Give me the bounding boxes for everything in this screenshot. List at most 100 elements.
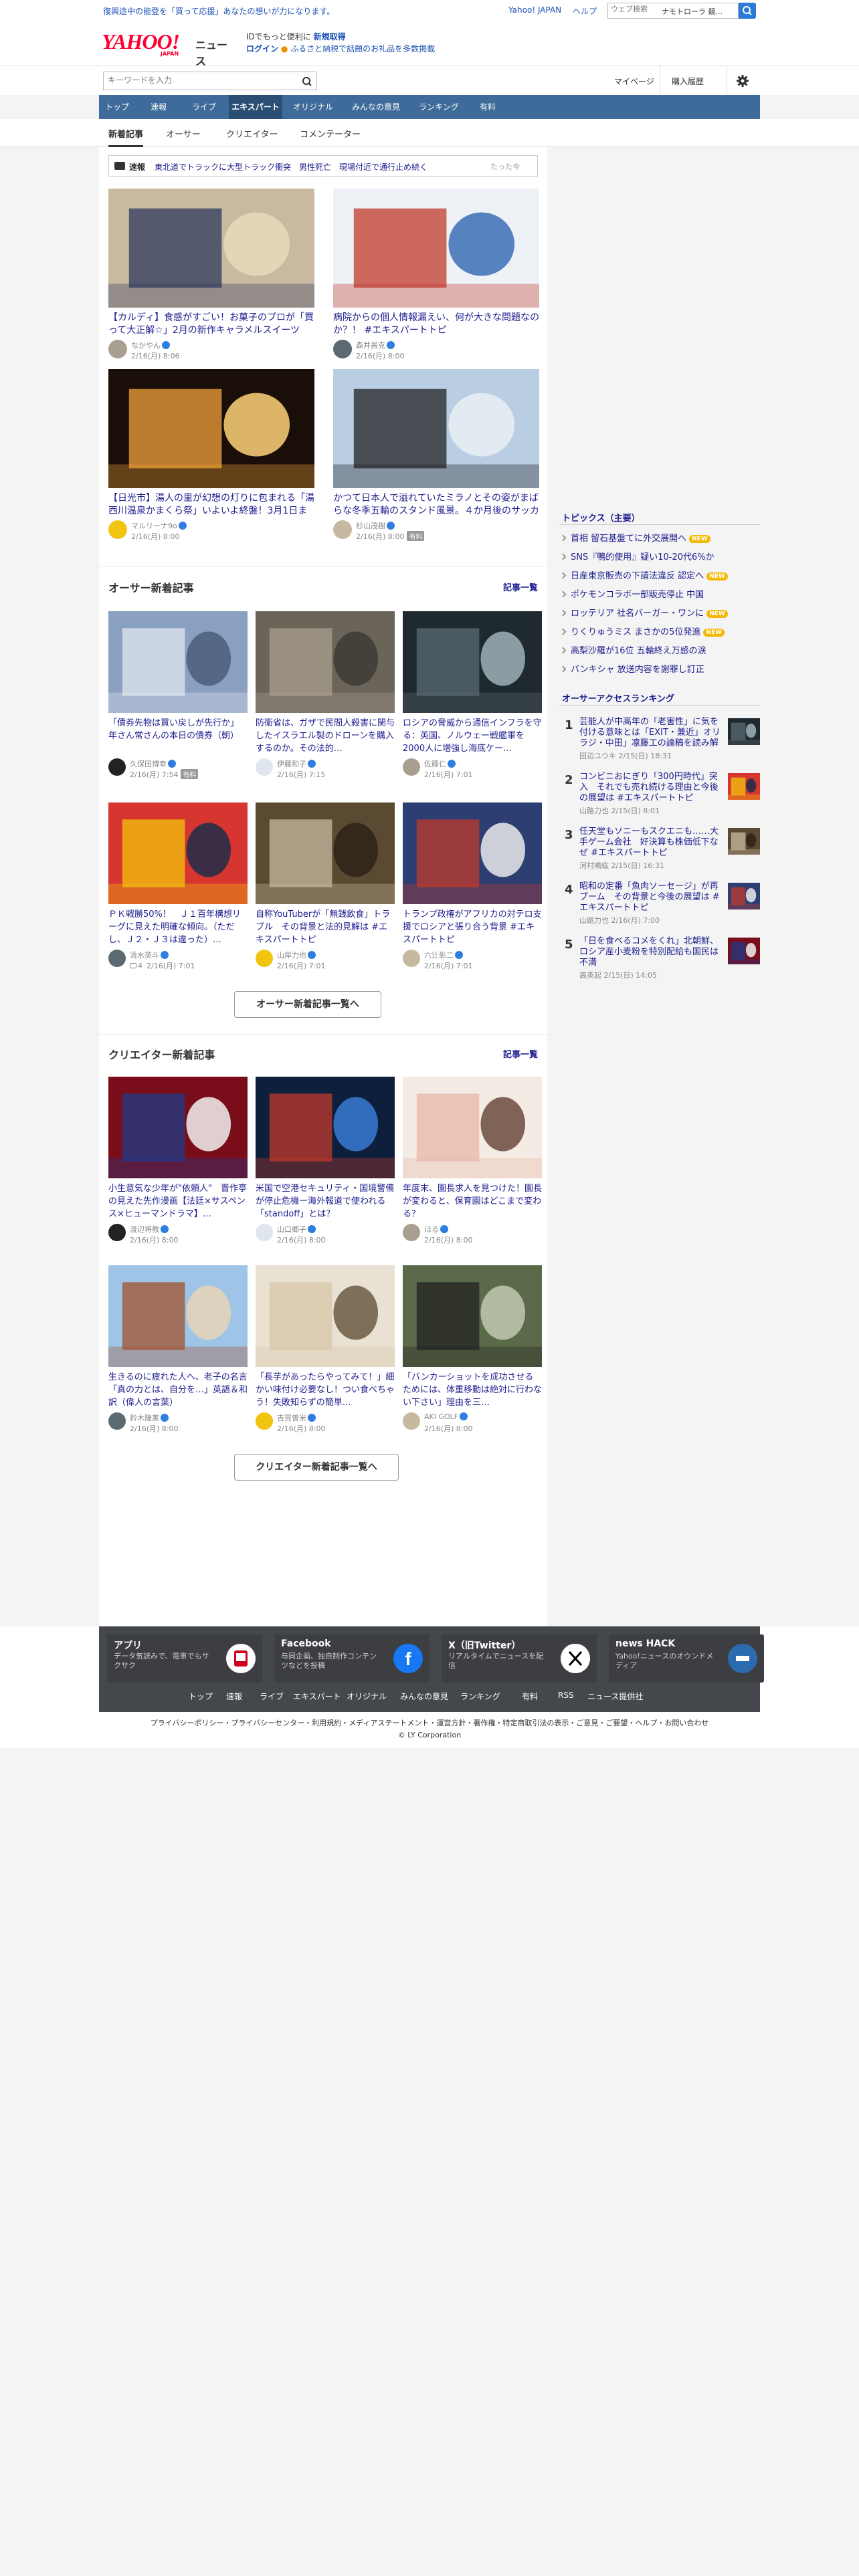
- app-promo-1[interactable]: Facebook 与同企画、独自制作コンテンツなどを投稿 f: [274, 1634, 430, 1683]
- article-thumbnail[interactable]: [108, 1077, 248, 1178]
- settings-button[interactable]: [735, 73, 752, 89]
- article-thumbnail[interactable]: [256, 1077, 395, 1178]
- login-link[interactable]: ログイン: [246, 44, 278, 53]
- article-date: 2/16(月) 8:00: [277, 1235, 325, 1245]
- rank-thumbnail: [728, 828, 760, 855]
- footer-nav-item[interactable]: ニュース提供社: [587, 1691, 643, 1702]
- app-icon: [226, 1644, 256, 1673]
- nav-item-5[interactable]: みんなの意見: [344, 95, 408, 119]
- nav-item-1[interactable]: 速報: [138, 95, 179, 119]
- date-label: 2/16(月) 8:00: [277, 1424, 326, 1433]
- author-name[interactable]: 渡辺将教: [130, 1224, 169, 1235]
- article-title[interactable]: 年度末、園長求人を見つけた！園長が変わると、保育園はどこまで変わる？: [403, 1182, 542, 1220]
- ranking-item[interactable]: 3 任天堂もソニーもスクエニも……大手ゲーム会社 好決算も株価低下なぜ #エキスパ…: [559, 825, 760, 877]
- author-label: 渡辺将教: [130, 1225, 159, 1234]
- footer-nav-item[interactable]: RSS: [558, 1691, 574, 1700]
- svg-text:f: f: [405, 1648, 411, 1669]
- legal-links[interactable]: プライバシーポリシー・プライバシーセンター・利用規約・メディアステートメント・運…: [0, 1717, 859, 1728]
- ranking-item[interactable]: 2 コンビニおにぎり「300円時代」突入 それでも売れ続ける理由と今後の展望は #…: [559, 770, 760, 823]
- rank-meta: 田辺ユウキ 2/15(日) 18:31: [579, 752, 672, 760]
- avatar: [108, 1224, 126, 1241]
- ranking-item[interactable]: 4 昭和の定番「魚肉ソーセージ」が再ブーム その背景と今後の展望は #エキスパート…: [559, 880, 760, 932]
- rank-thumbnail: [728, 773, 760, 800]
- subtab-0[interactable]: 新着記事: [108, 127, 144, 147]
- subtab-3[interactable]: コメンテーター: [300, 127, 361, 140]
- web-search-input[interactable]: [611, 5, 658, 13]
- promo-link[interactable]: 復興途中の能登を「買って応援」あなたの想いが力になります。: [103, 5, 335, 17]
- rank-meta: 山路力也 2/15(日) 8:01: [579, 807, 660, 815]
- copyright: © LY Corporation: [397, 1731, 462, 1739]
- footer-nav-item[interactable]: ランキング: [460, 1691, 500, 1702]
- mypage-button[interactable]: マイページ: [614, 76, 654, 87]
- newshack-icon: [728, 1644, 757, 1673]
- app-promo-2[interactable]: X（旧Twitter） リアルタイムでニュースを配信: [442, 1634, 597, 1683]
- app-name: news HACK: [615, 1638, 676, 1649]
- date-label: 2/16(月) 8:00: [424, 1236, 473, 1245]
- rank-title[interactable]: 昭和の定番「魚肉ソーセージ」が再ブーム その背景と今後の展望は #エキスパートト…: [579, 881, 725, 914]
- news-search-input[interactable]: [108, 76, 295, 85]
- footer-nav-item[interactable]: オリジナル: [347, 1691, 387, 1702]
- news-search-box[interactable]: [103, 72, 317, 90]
- subtab-1[interactable]: オーサー: [166, 127, 201, 140]
- logo-news: ニュース: [195, 39, 228, 68]
- date-label: 2/16(月) 8:00: [130, 1424, 179, 1433]
- purchase-history-button[interactable]: 購入履歴: [672, 76, 704, 87]
- register-link[interactable]: 新規取得: [314, 32, 346, 41]
- article-thumbnail[interactable]: [403, 1077, 542, 1178]
- creator-more-button[interactable]: クリエイター新着記事一覧へ: [234, 1454, 399, 1481]
- article-title[interactable]: 「バンカーショットを成功させるためには、体重移動は絶対に行わない下さい」理由を三…: [403, 1371, 542, 1409]
- avatar: [403, 1224, 420, 1241]
- web-search-button[interactable]: [739, 3, 756, 19]
- rank-meta: 河村鳴紘 2/15(日) 16:31: [579, 861, 664, 870]
- footer-nav-item[interactable]: トップ: [189, 1691, 213, 1702]
- furusato-link[interactable]: ふるさと納税で話題のお礼品を多数掲載: [290, 44, 435, 53]
- article-thumbnail[interactable]: [403, 1265, 542, 1367]
- site-header: YAHOO! JAPAN ニュース IDでもっと便利に 新規取得 ログイン ● …: [0, 21, 859, 68]
- footer-nav-item[interactable]: 有料: [522, 1691, 538, 1702]
- side-column: トピックス（主要） 首相 留石基盤てに外交展開へ NEW SNS『鴨的使用』疑い10…: [559, 147, 760, 1016]
- app-promo-0[interactable]: アプリ データ気読みで、電車でもサクサク: [107, 1634, 262, 1683]
- article-thumbnail[interactable]: [108, 1265, 248, 1367]
- article-title[interactable]: 小生意気な少年が"依頼人" 晋作亭の見えた先作漫画【法廷×サスペンス×ヒューマン…: [108, 1182, 248, 1220]
- footer-nav-item[interactable]: エキスパート: [293, 1691, 341, 1702]
- search-icon[interactable]: [300, 75, 314, 88]
- yahoo-news-logo[interactable]: YAHOO! JAPAN ニュース: [102, 29, 235, 68]
- nav-item-6[interactable]: ランキング: [412, 95, 466, 119]
- article-title[interactable]: 米国で空港セキュリティ・国境警備が停止危機ー海外報道で使われる「standoff…: [256, 1182, 395, 1220]
- author-name[interactable]: 鈴木隆美: [130, 1412, 169, 1423]
- rank-title[interactable]: 芸能人が中高年の「老害性」に気を付ける意味とは「EXIT・兼近」オリラジ・中田」…: [579, 717, 725, 749]
- article-title[interactable]: 「長芋があったらやってみて！」細かい味付け必要なし！つい食べちゃう！失敗知らずの…: [256, 1371, 395, 1409]
- nav-item-2[interactable]: ライブ: [183, 95, 225, 119]
- subtab-2[interactable]: クリエイター: [226, 127, 278, 140]
- ranking-item[interactable]: 5 「日を食べるコメをくれ」北朝鮮、ロシア産小麦粉を特別配給も国民は不満 高英起 2…: [559, 935, 760, 987]
- web-search-box[interactable]: ナモトローラ 競...: [607, 3, 739, 19]
- verified-icon: [161, 1225, 169, 1233]
- footer-dark: アプリ データ気読みで、電車でもサクサク Facebook 与同企画、独自制作コンテン…: [99, 1626, 764, 1712]
- footer-nav-item[interactable]: ライブ: [260, 1691, 284, 1702]
- article-thumbnail[interactable]: [256, 1265, 395, 1367]
- footer: アプリ データ気読みで、電車でもサクサク Facebook 与同企画、独自制作コンテン…: [0, 1626, 859, 1712]
- footer-nav-item[interactable]: みんなの意見: [400, 1691, 448, 1702]
- verified-icon: [308, 1414, 316, 1422]
- help-link[interactable]: ヘルプ: [573, 5, 597, 17]
- ranking-item[interactable]: 1 芸能人が中高年の「老害性」に気を付ける意味とは「EXIT・兼近」オリラジ・中田…: [559, 716, 760, 768]
- avatar: [403, 1412, 420, 1430]
- author-name[interactable]: ほる: [424, 1224, 448, 1235]
- rank-title[interactable]: 「日を食べるコメをくれ」北朝鮮、ロシア産小麦粉を特別配給も国民は不満: [579, 936, 725, 968]
- nav-item-0[interactable]: トップ: [99, 95, 135, 119]
- rank-title[interactable]: 任天堂もソニーもスクエニも……大手ゲーム会社 好決算も株価低下なぜ #エキスパー…: [579, 827, 725, 859]
- author-name[interactable]: AKI GOLF: [424, 1412, 468, 1421]
- app-promo-3[interactable]: news HACK Yahoo!ニュースのオウンドメディア: [609, 1634, 764, 1683]
- rank-number: 5: [565, 938, 573, 952]
- rank-number: 3: [565, 828, 573, 842]
- global-nav: トップ 速報 ライブ エキスパート オリジナル みんなの意見 ランキング 有料: [0, 95, 859, 119]
- nav-item-7[interactable]: 有料: [470, 95, 506, 119]
- article-title[interactable]: 生きるのに疲れた人へ、老子の名言「真の力とは、自分を…」英語＆和訳（偉人の言葉）: [108, 1371, 248, 1409]
- author-name[interactable]: 吉賀曽米: [277, 1412, 316, 1423]
- nav-item-4[interactable]: オリジナル: [286, 95, 340, 119]
- rank-title[interactable]: コンビニおにぎり「300円時代」突入 それでも売れ続ける理由と今後の展望は #エ…: [579, 772, 725, 804]
- nav-item-3[interactable]: エキスパート: [229, 95, 282, 119]
- yahoo-japan-link[interactable]: Yahoo! JAPAN: [508, 5, 561, 15]
- footer-nav-item[interactable]: 速報: [226, 1691, 242, 1702]
- author-name[interactable]: 山口郷子: [277, 1224, 316, 1235]
